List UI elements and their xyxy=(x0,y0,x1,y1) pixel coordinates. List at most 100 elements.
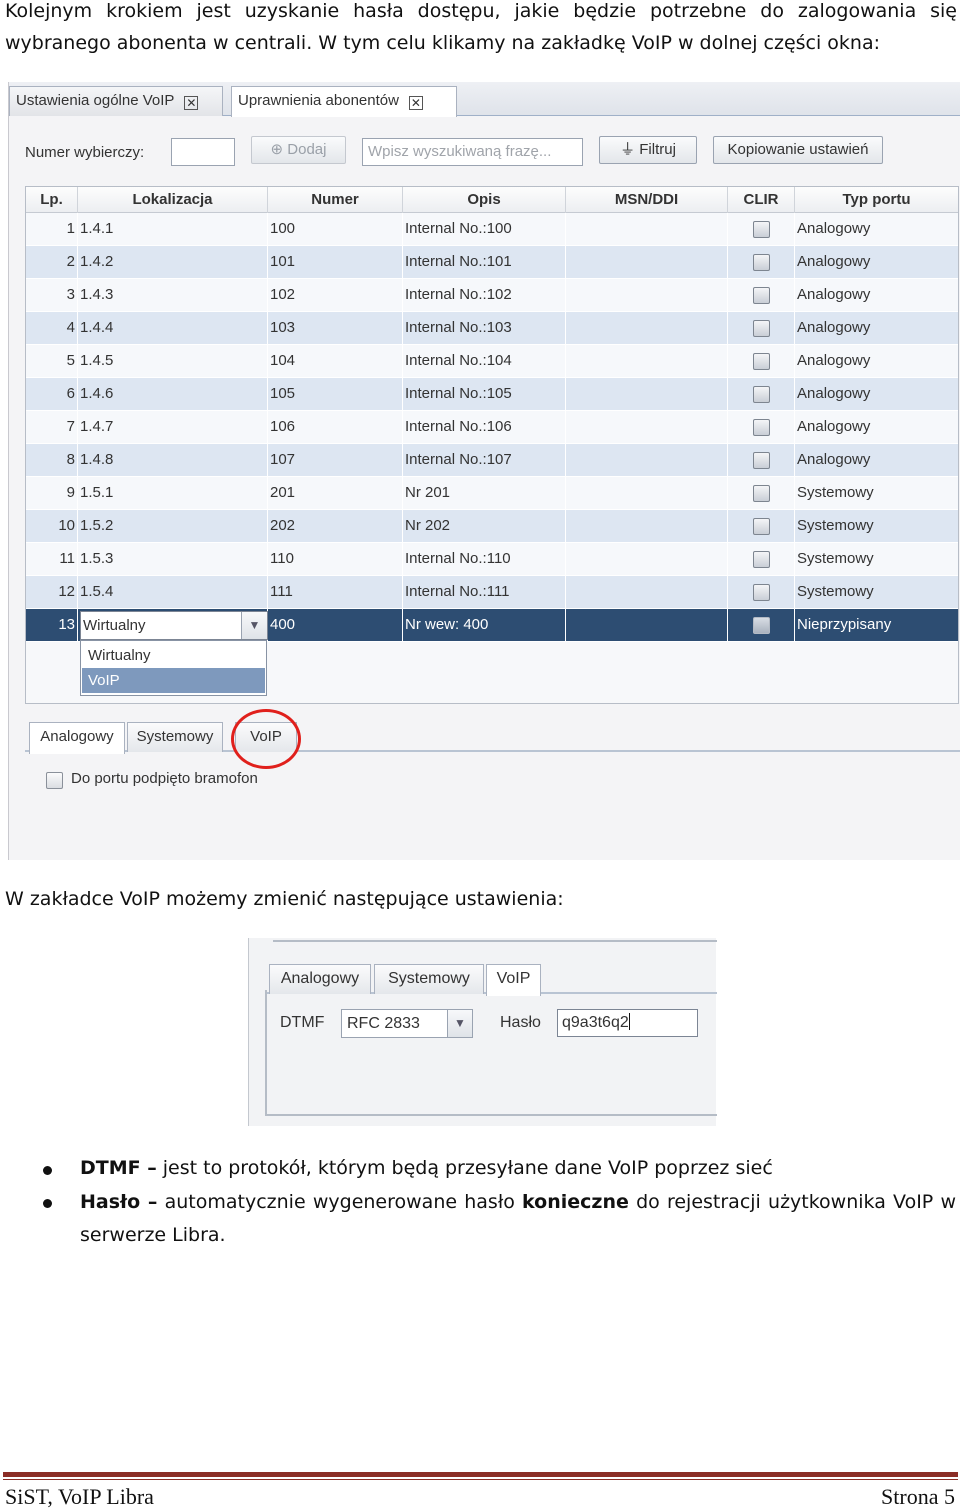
cell-clir xyxy=(728,378,795,411)
table-row[interactable]: 11 1.5.3 110 Internal No.:110 Systemowy xyxy=(26,543,958,576)
password-input[interactable]: q9a3t6q2 xyxy=(557,1009,698,1037)
chevron-down-icon[interactable]: ▼ xyxy=(447,1010,472,1037)
close-icon[interactable]: ✕ xyxy=(184,96,199,110)
table-row[interactable]: 5 1.4.5 104 Internal No.:104 Analogowy xyxy=(26,345,958,378)
clir-checkbox[interactable] xyxy=(753,287,770,304)
table-row[interactable]: 7 1.4.7 106 Internal No.:106 Analogowy xyxy=(26,411,958,444)
dial-number-label: Numer wybierczy: xyxy=(25,144,145,161)
clir-checkbox[interactable] xyxy=(753,419,770,436)
cell-lp: 8 xyxy=(26,444,78,477)
clir-checkbox[interactable] xyxy=(753,617,770,634)
tab-system[interactable]: Systemowy xyxy=(127,722,223,752)
cell-clir xyxy=(728,246,795,279)
tab-voip[interactable]: VoIP xyxy=(486,964,541,996)
tab-analog[interactable]: Analogowy xyxy=(269,964,371,994)
table-row[interactable]: 3 1.4.3 102 Internal No.:102 Analogowy xyxy=(26,279,958,312)
table-row[interactable]: 2 1.4.2 101 Internal No.:101 Analogowy xyxy=(26,246,958,279)
dropdown-option-voip[interactable]: VoIP xyxy=(82,668,265,693)
combobox-value: Wirtualny xyxy=(83,617,146,634)
door-intercom-checkbox[interactable] xyxy=(46,772,63,789)
dial-number-input[interactable] xyxy=(171,138,235,166)
cell-description: Nr 201 xyxy=(403,477,566,510)
cell-description: Nr 202 xyxy=(403,510,566,543)
cell-description: Internal No.:107 xyxy=(403,444,566,477)
cell-msn-ddi xyxy=(566,576,728,609)
cell-msn-ddi xyxy=(566,279,728,312)
clir-checkbox[interactable] xyxy=(753,254,770,271)
tab-analog[interactable]: Analogowy xyxy=(29,722,125,754)
cell-port-type: Analogowy xyxy=(797,286,871,303)
col-header-number[interactable]: Numer xyxy=(268,187,403,213)
cell-port-type: Nieprzypisany xyxy=(797,616,892,633)
footer-document-title: SiST, VoIP Libra xyxy=(5,1484,154,1509)
cell-port-type: Analogowy xyxy=(797,352,871,369)
col-header-msn-ddi[interactable]: MSN/DDI xyxy=(566,187,728,213)
filter-button[interactable]: ⏚ Filtruj xyxy=(599,136,697,164)
cell-location: 1.5.4 xyxy=(78,576,268,609)
cell-port-type: Systemowy xyxy=(797,517,874,534)
door-intercom-label: Do portu podpięto bramofon xyxy=(71,770,258,787)
cell-number: 103 xyxy=(268,312,403,345)
table-row[interactable]: 6 1.4.6 105 Internal No.:105 Analogowy xyxy=(26,378,958,411)
divider xyxy=(265,1114,717,1116)
clir-checkbox[interactable] xyxy=(753,518,770,535)
cell-lp: 12 xyxy=(26,576,78,609)
bullet-emphasis: konieczne xyxy=(522,1191,629,1213)
tab-subscriber-permissions[interactable]: Uprawnienia abonentów ✕ xyxy=(231,86,457,117)
clir-checkbox[interactable] xyxy=(753,551,770,568)
cell-clir xyxy=(728,576,795,609)
subscribers-table: Lp. Lokalizacja Numer Opis MSN/DDI CLIR … xyxy=(25,186,959,704)
dtmf-value: RFC 2833 xyxy=(347,1015,420,1032)
col-header-port-type[interactable]: Typ portu xyxy=(795,187,958,213)
cell-lp: 7 xyxy=(26,411,78,444)
table-row[interactable]: 1 1.4.1 100 Internal No.:100 Analogowy xyxy=(26,213,958,246)
table-row[interactable]: 8 1.4.8 107 Internal No.:107 Analogowy xyxy=(26,444,958,477)
cell-location: 1.4.2 xyxy=(78,246,268,279)
col-header-clir[interactable]: CLIR xyxy=(728,187,795,213)
col-header-lp[interactable]: Lp. xyxy=(26,187,78,213)
cell-number: 111 xyxy=(268,576,403,609)
cell-location: 1.4.5 xyxy=(78,345,268,378)
clir-checkbox[interactable] xyxy=(753,320,770,337)
chevron-down-icon[interactable]: ▼ xyxy=(241,612,267,639)
cell-port-type: Analogowy xyxy=(797,385,871,402)
cell-clir xyxy=(728,411,795,444)
table-row[interactable]: 13 Wirtualny ▼ 400 Nr wew: 400 Nieprzypisany xyxy=(26,609,958,642)
clir-checkbox[interactable] xyxy=(753,221,770,238)
footer-page-number: Strona 5 xyxy=(881,1484,955,1509)
dropdown-option-virtual[interactable]: Wirtualny xyxy=(82,643,265,668)
password-label: Hasło xyxy=(500,1014,541,1031)
dtmf-select[interactable]: RFC 2833 ▼ xyxy=(341,1009,473,1038)
cell-msn-ddi xyxy=(566,345,728,378)
copy-settings-button[interactable]: Kopiowanie ustawień xyxy=(713,136,883,164)
clir-checkbox[interactable] xyxy=(753,386,770,403)
clir-checkbox[interactable] xyxy=(753,584,770,601)
col-header-description[interactable]: Opis xyxy=(403,187,566,213)
intro-line-2: wybranego abonenta w centrali. W tym cel… xyxy=(5,32,881,54)
location-combobox[interactable]: Wirtualny ▼ xyxy=(80,611,268,640)
cell-msn-ddi xyxy=(566,411,728,444)
table-row[interactable]: 4 1.4.4 103 Internal No.:103 Analogowy xyxy=(26,312,958,345)
clir-checkbox[interactable] xyxy=(753,452,770,469)
cell-lp: 2 xyxy=(26,246,78,279)
col-header-location[interactable]: Lokalizacja xyxy=(78,187,268,213)
cell-port-type: Analogowy xyxy=(797,253,871,270)
filter-button-label: Filtruj xyxy=(639,141,676,158)
dtmf-label: DTMF xyxy=(280,1014,325,1031)
cell-msn-ddi xyxy=(566,510,728,543)
tab-system[interactable]: Systemowy xyxy=(374,964,484,994)
clir-checkbox[interactable] xyxy=(753,485,770,502)
close-icon[interactable]: ✕ xyxy=(408,96,423,110)
cell-msn-ddi xyxy=(566,312,728,345)
table-row[interactable]: 12 1.5.4 111 Internal No.:111 Systemowy xyxy=(26,576,958,609)
table-row[interactable]: 10 1.5.2 202 Nr 202 Systemowy xyxy=(26,510,958,543)
clir-checkbox[interactable] xyxy=(753,353,770,370)
tab-general-voip-settings[interactable]: Ustawienia ogólne VoIP ✕ xyxy=(9,86,223,116)
cell-clir xyxy=(728,312,795,345)
cell-msn-ddi xyxy=(566,378,728,411)
table-row[interactable]: 9 1.5.1 201 Nr 201 Systemowy xyxy=(26,477,958,510)
bullet-text: jest to protokół, którym będą przesyłane… xyxy=(156,1157,773,1179)
add-button[interactable]: ⊕ Dodaj xyxy=(251,136,346,164)
cell-clir xyxy=(728,345,795,378)
search-input[interactable]: Wpisz wyszukiwaną frazę... xyxy=(362,138,583,166)
